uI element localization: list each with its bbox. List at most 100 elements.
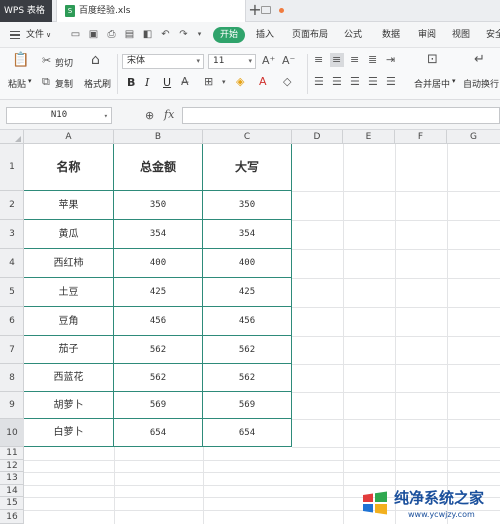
column-header-a[interactable]: A xyxy=(24,130,114,144)
table-cell[interactable]: 354 xyxy=(114,220,203,249)
formula-input[interactable] xyxy=(182,107,500,124)
quick-access-dropdown-icon[interactable]: ▾ xyxy=(194,29,205,40)
wrap-text-button[interactable]: 自动换行 xyxy=(463,77,499,90)
copy-button[interactable]: 复制 xyxy=(55,77,73,90)
table-cell[interactable]: 西蓝花 xyxy=(24,364,114,392)
save-icon[interactable]: ▣ xyxy=(88,29,99,40)
column-header-d[interactable]: D xyxy=(292,130,343,144)
table-cell[interactable]: 土豆 xyxy=(24,278,114,307)
cut-button[interactable]: 剪切 xyxy=(55,56,73,69)
scissors-icon[interactable]: ✂ xyxy=(42,55,51,67)
print-preview-icon[interactable]: ⎙ xyxy=(106,29,117,40)
fill-color-icon[interactable]: ◈ xyxy=(236,76,244,88)
tab-formulas[interactable]: 公式 xyxy=(344,22,362,48)
table-cell[interactable]: 562 xyxy=(114,364,203,392)
underline-button[interactable]: U xyxy=(163,76,171,89)
table-cell[interactable]: 569 xyxy=(114,392,203,419)
table-cell[interactable]: 569 xyxy=(203,392,292,419)
table-cell[interactable]: 胡萝卜 xyxy=(24,392,114,419)
table-cell[interactable]: 400 xyxy=(203,249,292,278)
table-cell[interactable]: 456 xyxy=(203,307,292,336)
tab-page-layout[interactable]: 页面布局 xyxy=(292,22,328,48)
row-header[interactable]: 16 xyxy=(0,510,24,524)
table-cell[interactable]: 354 xyxy=(203,220,292,249)
table-cell[interactable]: 茄子 xyxy=(24,336,114,364)
column-header-f[interactable]: F xyxy=(395,130,447,144)
strikethrough-icon[interactable]: A̶ xyxy=(181,76,189,88)
justify-icon[interactable]: ☰ xyxy=(368,76,378,88)
column-header-e[interactable]: E xyxy=(343,130,395,144)
row-header[interactable]: 12 xyxy=(0,460,24,472)
align-right-icon[interactable]: ☰ xyxy=(350,76,360,88)
function-icon[interactable]: fx xyxy=(164,108,174,121)
align-center-icon[interactable]: ☰ xyxy=(332,76,342,88)
spreadsheet-grid[interactable]: 名称 总金额 大写 苹果 350 350 黄瓜 354 354 西红柿 400 … xyxy=(24,144,500,524)
tab-view[interactable]: 视图 xyxy=(452,22,470,48)
app-menu-button[interactable]: WPS 表格 xyxy=(0,0,52,22)
column-header-g[interactable]: G xyxy=(447,130,500,144)
table-header-total[interactable]: 总金额 xyxy=(114,144,203,191)
align-bottom-icon[interactable]: ≡ xyxy=(350,54,359,66)
print-icon[interactable]: ▤ xyxy=(124,29,135,40)
row-header[interactable]: 2 xyxy=(0,191,24,220)
indent-icon[interactable]: ⇥ xyxy=(386,54,395,66)
font-color-icon[interactable]: A xyxy=(259,76,267,88)
tab-review[interactable]: 审阅 xyxy=(418,22,436,48)
row-header[interactable]: 4 xyxy=(0,249,24,278)
table-header-uppercase[interactable]: 大写 xyxy=(203,144,292,191)
row-header[interactable]: 13 xyxy=(0,472,24,485)
row-header[interactable]: 1 xyxy=(0,144,24,191)
table-cell[interactable]: 苹果 xyxy=(24,191,114,220)
row-header[interactable]: 7 xyxy=(0,336,24,364)
table-cell[interactable]: 350 xyxy=(114,191,203,220)
row-header[interactable]: 15 xyxy=(0,497,24,510)
column-header-b[interactable]: B xyxy=(114,130,203,144)
align-left-icon[interactable]: ☰ xyxy=(314,76,324,88)
table-cell[interactable]: 425 xyxy=(203,278,292,307)
align-middle-icon[interactable]: ≡ xyxy=(332,54,341,66)
row-header[interactable]: 3 xyxy=(0,220,24,249)
copy-icon[interactable]: ⧉ xyxy=(42,76,50,88)
undo-icon[interactable]: ↶ xyxy=(160,29,171,40)
paste-dropdown-icon[interactable]: ▾ xyxy=(28,77,32,85)
merge-center-button[interactable]: 合并居中 xyxy=(414,77,450,90)
merge-dropdown-icon[interactable]: ▾ xyxy=(452,77,456,85)
table-cell[interactable]: 400 xyxy=(114,249,203,278)
decrease-font-icon[interactable]: A⁻ xyxy=(282,55,295,67)
table-cell[interactable]: 350 xyxy=(203,191,292,220)
table-cell[interactable]: 西红柿 xyxy=(24,249,114,278)
hamburger-icon[interactable] xyxy=(10,31,20,39)
zoom-icon[interactable]: ⊕ xyxy=(145,109,154,122)
table-cell[interactable]: 562 xyxy=(114,336,203,364)
table-cell[interactable]: 654 xyxy=(114,419,203,447)
table-cell[interactable]: 豆角 xyxy=(24,307,114,336)
row-header[interactable]: 14 xyxy=(0,485,24,497)
align-top-icon[interactable]: ≡ xyxy=(314,54,323,66)
tab-insert[interactable]: 插入 xyxy=(256,22,274,48)
table-header-name[interactable]: 名称 xyxy=(24,144,114,191)
wrap-text-icon[interactable]: ↵ xyxy=(474,53,485,66)
orientation-icon[interactable]: ≣ xyxy=(368,54,377,66)
export-pdf-icon[interactable]: ◧ xyxy=(142,29,153,40)
distribute-icon[interactable]: ☰ xyxy=(386,76,396,88)
merge-cells-icon[interactable]: ⊡ xyxy=(427,53,438,66)
font-size-select[interactable]: 11 ▾ xyxy=(208,54,256,69)
paste-icon[interactable]: 📋 xyxy=(12,53,29,70)
row-header[interactable]: 5 xyxy=(0,278,24,307)
new-tab-button[interactable]: + xyxy=(246,0,264,20)
tab-start[interactable]: 开始 xyxy=(213,27,245,43)
row-header[interactable]: 8 xyxy=(0,364,24,392)
menu-file[interactable]: 文件 xyxy=(26,22,44,48)
table-cell[interactable]: 425 xyxy=(114,278,203,307)
format-painter-icon[interactable]: ⌂ xyxy=(91,53,100,67)
table-cell[interactable]: 456 xyxy=(114,307,203,336)
paste-button[interactable]: 粘贴 xyxy=(8,77,26,90)
tab-data[interactable]: 数据 xyxy=(382,22,400,48)
folder-icon[interactable]: ▭ xyxy=(70,29,81,40)
tab-security[interactable]: 安全 xyxy=(486,22,500,48)
increase-font-icon[interactable]: A⁺ xyxy=(262,55,275,67)
borders-icon[interactable]: ⊞ xyxy=(204,76,213,88)
table-cell[interactable]: 654 xyxy=(203,419,292,447)
table-cell[interactable]: 562 xyxy=(203,336,292,364)
font-name-select[interactable]: 宋体 ▾ xyxy=(122,54,204,69)
